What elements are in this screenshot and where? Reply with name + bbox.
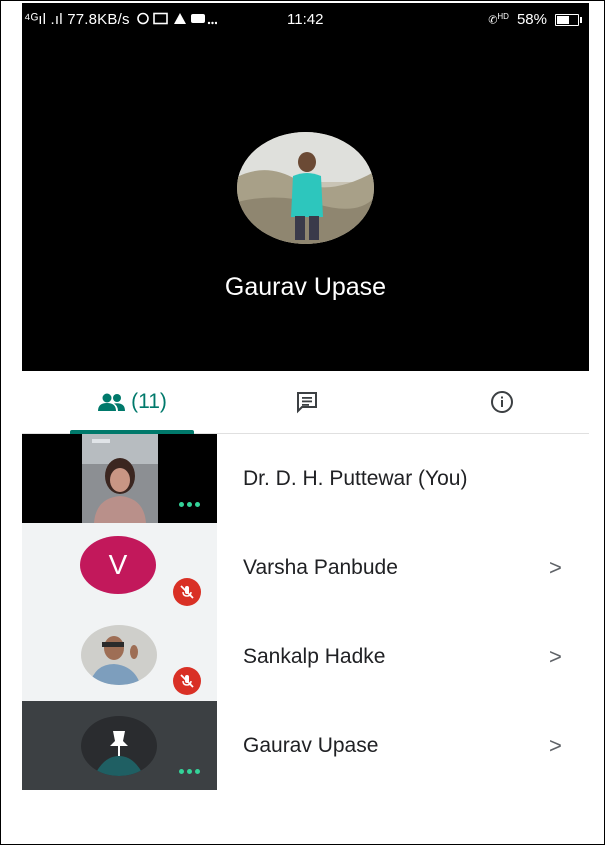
hd-call-icon: ✆HD bbox=[488, 12, 509, 27]
chat-icon bbox=[297, 392, 317, 414]
people-count: (11) bbox=[131, 390, 167, 413]
status-bar: ⁴ᴳıl .ıl 77.8KB/s 11:42 ✆HD 58% bbox=[22, 3, 589, 33]
participant-video bbox=[82, 434, 158, 523]
participant-video-tile: V bbox=[22, 523, 217, 612]
participant-video-tile bbox=[22, 434, 217, 523]
participant-name: Gaurav Upase bbox=[243, 733, 379, 757]
presenter-photo bbox=[237, 132, 374, 244]
meet-screen: ⁴ᴳıl .ıl 77.8KB/s 11:42 ✆HD 58% Gaurav U… bbox=[22, 3, 589, 843]
clock: 11:42 bbox=[287, 11, 324, 28]
main-stage[interactable]: ⁴ᴳıl .ıl 77.8KB/s 11:42 ✆HD 58% Gaurav U… bbox=[22, 3, 589, 371]
chevron-right-icon[interactable]: > bbox=[549, 612, 562, 701]
hd-label: HD bbox=[497, 12, 509, 22]
battery-icon bbox=[555, 13, 582, 26]
participant-name: Dr. D. H. Puttewar (You) bbox=[243, 466, 468, 490]
more-dots-icon[interactable] bbox=[179, 769, 200, 774]
chevron-right-icon[interactable]: > bbox=[549, 523, 562, 612]
status-right: ✆HD 58% bbox=[488, 11, 582, 28]
panel-tabs: (11) bbox=[22, 371, 589, 434]
tab-people[interactable]: (11) bbox=[62, 371, 202, 434]
info-icon bbox=[491, 391, 513, 413]
tab-info[interactable] bbox=[462, 371, 542, 433]
signal-network-speed: ⁴ᴳıl .ıl 77.8KB/s bbox=[24, 11, 218, 28]
participant-row[interactable]: V Varsha Panbude > bbox=[22, 523, 589, 612]
presenter-avatar bbox=[237, 132, 374, 244]
participant-name: Varsha Panbude bbox=[243, 555, 398, 579]
battery-level bbox=[557, 15, 570, 24]
battery-percent: 58% bbox=[516, 11, 547, 28]
participant-row[interactable]: Sankalp Hadke > bbox=[22, 612, 589, 701]
participant-row[interactable]: Gaurav Upase > bbox=[22, 701, 589, 790]
people-icon bbox=[98, 393, 126, 411]
tab-chat[interactable] bbox=[267, 371, 347, 433]
avatar: V bbox=[80, 536, 156, 594]
mute-icon bbox=[173, 578, 201, 606]
participant-row[interactable]: Dr. D. H. Puttewar (You) bbox=[22, 434, 589, 523]
notification-icons bbox=[137, 12, 218, 25]
mute-icon bbox=[173, 667, 201, 695]
network-speed-text: ⁴ᴳıl .ıl 77.8KB/s bbox=[24, 11, 130, 28]
chevron-right-icon[interactable]: > bbox=[549, 701, 562, 790]
participant-video-tile bbox=[22, 612, 217, 701]
more-dots-icon[interactable] bbox=[179, 502, 200, 507]
participant-video-tile bbox=[22, 701, 217, 790]
participant-name: Sankalp Hadke bbox=[243, 644, 386, 668]
presenter-name: Gaurav Upase bbox=[224, 273, 387, 301]
pin-icon[interactable] bbox=[106, 729, 132, 759]
